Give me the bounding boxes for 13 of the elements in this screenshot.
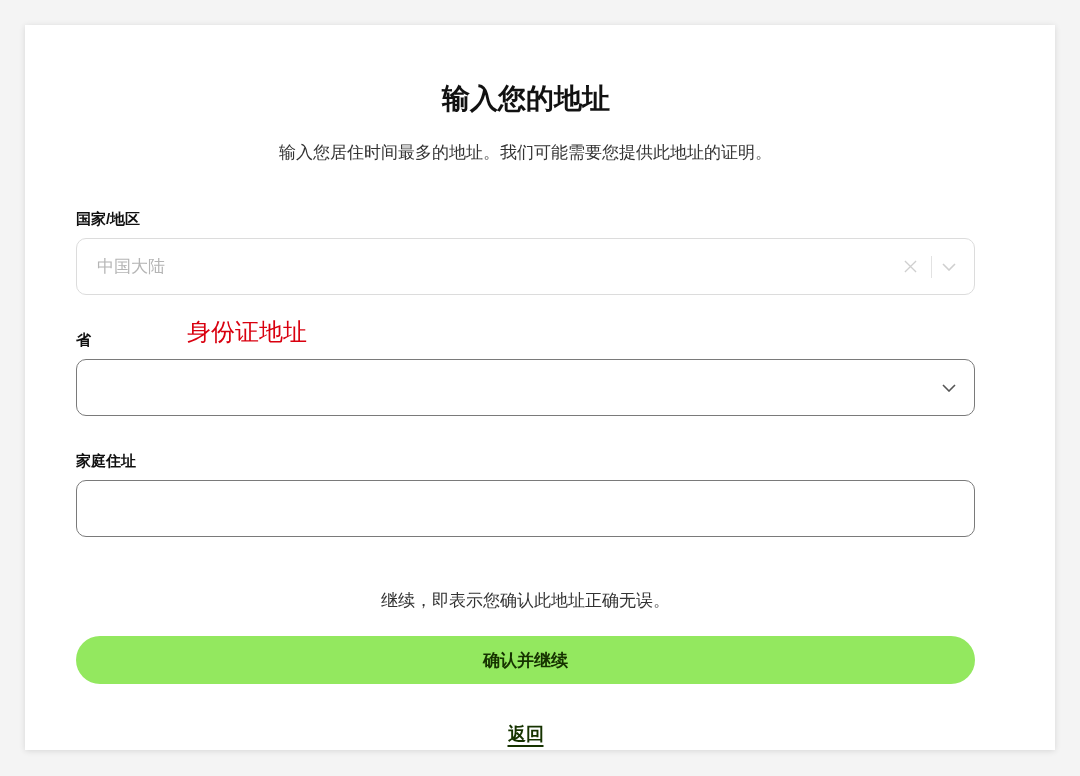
field-label: 家庭住址 <box>76 451 136 471</box>
chevron-down-icon[interactable] <box>942 383 956 392</box>
confirm-button[interactable]: 确认并继续 <box>76 636 975 684</box>
field-label: 国家/地区 <box>76 209 141 229</box>
select-value: 中国大陆 <box>97 256 165 278</box>
input-field[interactable] <box>76 480 975 537</box>
field-label: 省 <box>76 330 91 350</box>
annotation-text: 身份证地址 <box>187 317 307 347</box>
consent-text: 继续，即表示您确认此地址正确无误。 <box>380 590 671 612</box>
select-field[interactable] <box>76 359 975 416</box>
form-title: 输入您的地址 <box>440 82 611 116</box>
form-subtitle: 输入您居住时间最多的地址。我们可能需要您提供此地址的证明。 <box>278 142 773 164</box>
back-link[interactable]: 返回 <box>507 722 544 746</box>
